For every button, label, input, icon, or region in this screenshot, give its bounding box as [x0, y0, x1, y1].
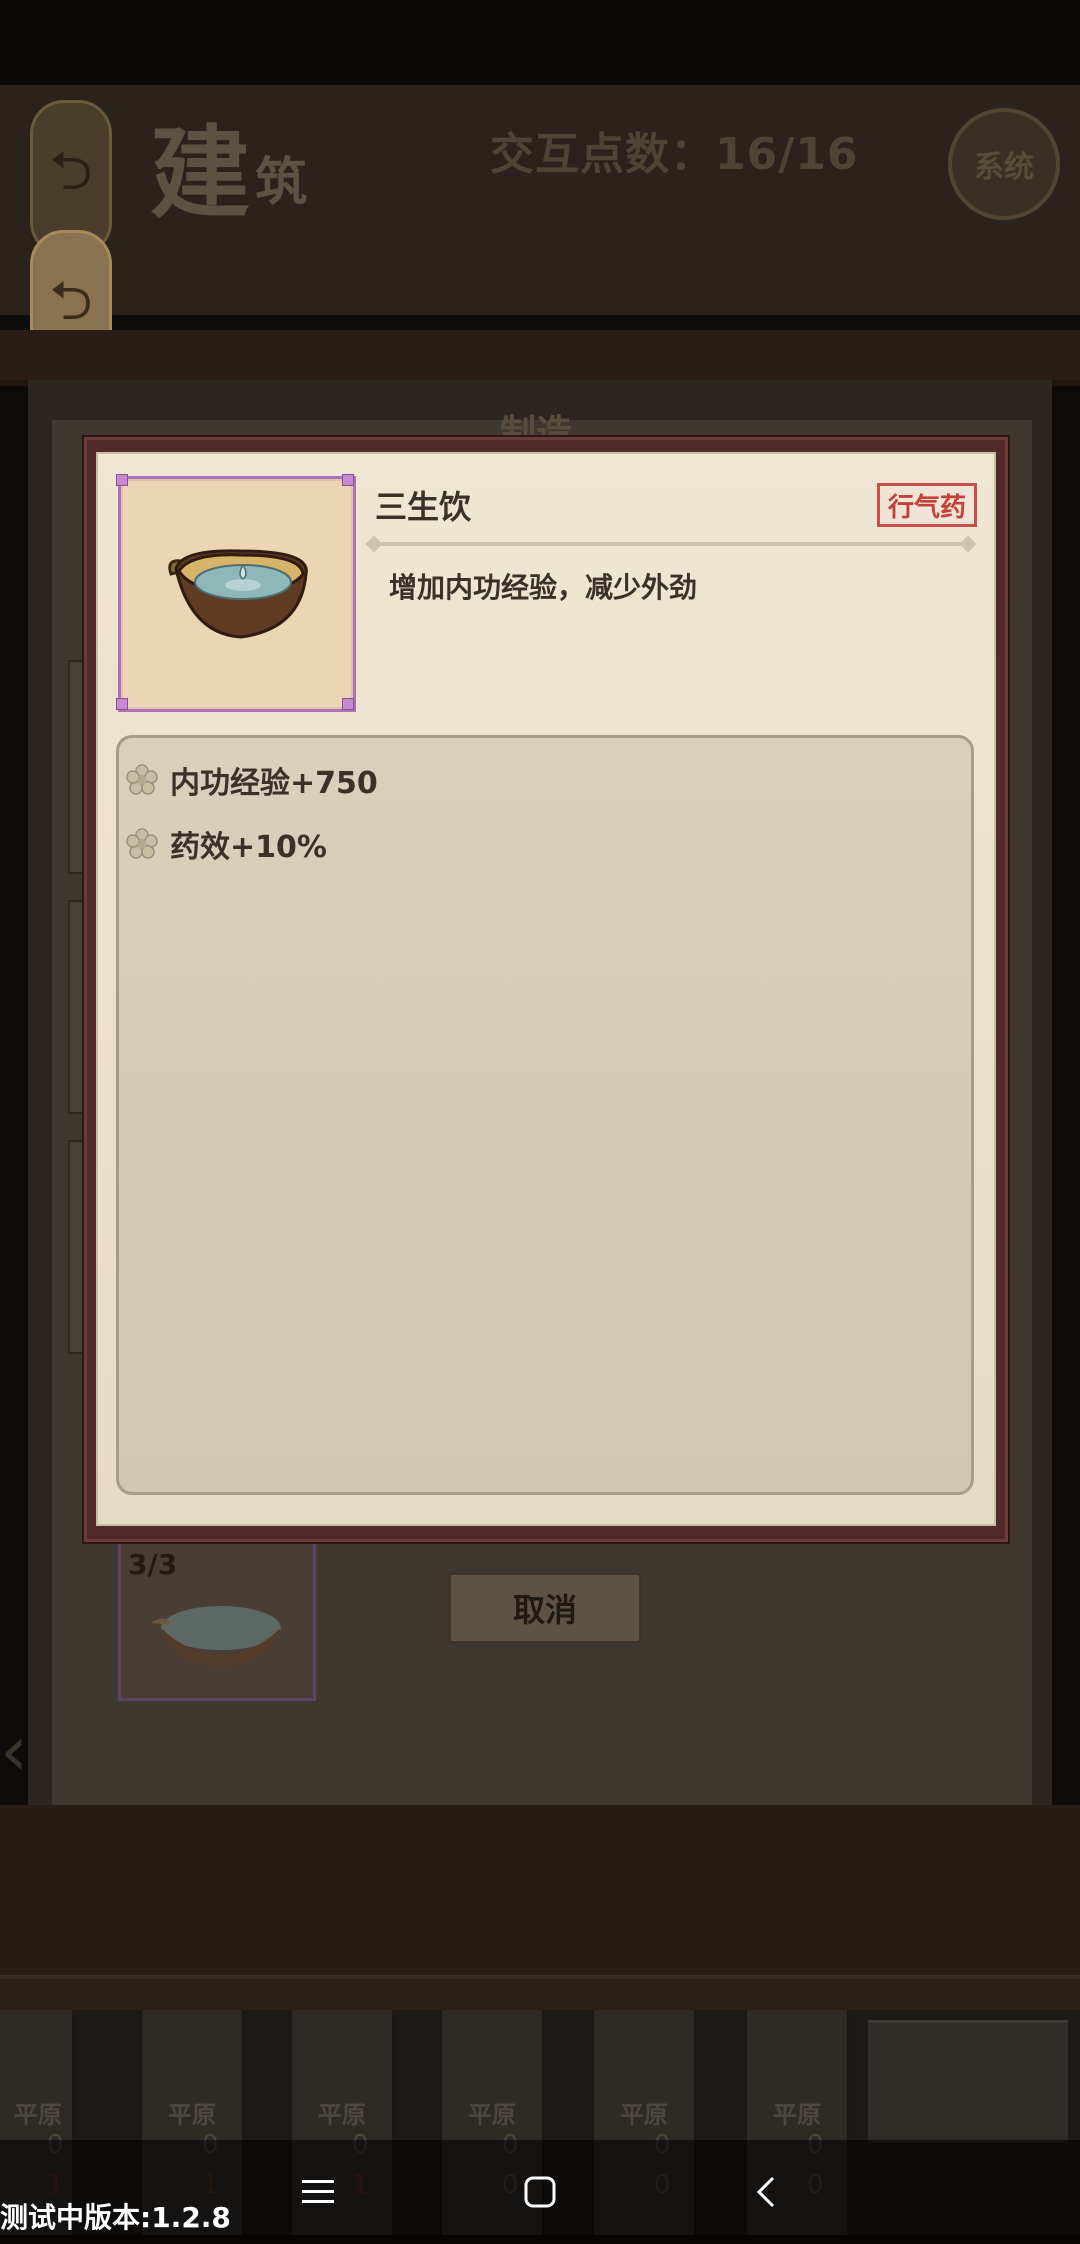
- frame-corner: [342, 474, 354, 486]
- nav-home-button[interactable]: [500, 2160, 580, 2224]
- item-category-badge: 行气药: [877, 483, 977, 527]
- frame-corner: [116, 698, 128, 710]
- title-divider: [372, 542, 972, 546]
- nav-menu-button[interactable]: [278, 2160, 358, 2224]
- tea-bowl-icon: [168, 549, 308, 639]
- effect-text: 内功经验+750: [170, 766, 378, 801]
- frame-corner: [342, 698, 354, 710]
- item-description: 增加内功经验，减少外劲: [389, 571, 698, 604]
- cancel-button[interactable]: 取消: [448, 1572, 642, 1644]
- flower-icon: [126, 764, 158, 795]
- home-icon: [524, 2176, 556, 2208]
- chevron-left-icon: [756, 2176, 775, 2208]
- menu-icon: [302, 2180, 334, 2203]
- effect-row: 内功经验+750: [126, 758, 378, 802]
- page-title-char1: 建: [150, 114, 250, 232]
- effect-text: 药效+10%: [170, 830, 327, 865]
- status-bar: [0, 0, 1080, 85]
- interaction-points: 交互点数：16/16: [490, 129, 859, 180]
- page-left-arrow-icon[interactable]: ‹: [0, 1710, 28, 1792]
- nav-back-button[interactable]: [726, 2160, 806, 2224]
- system-button[interactable]: 系统: [948, 108, 1060, 220]
- flower-icon: [126, 828, 158, 859]
- frame-corner: [116, 474, 128, 486]
- item-name: 三生饮: [375, 488, 472, 526]
- page-title-char2: 筑: [255, 152, 308, 213]
- back-arrow-icon: ⮌: [49, 139, 93, 202]
- building-illustration: [868, 2020, 1068, 2143]
- output-slot-count: 3/3: [128, 1548, 178, 1581]
- roof-beam: [0, 330, 1080, 386]
- item-icon-frame: [118, 476, 356, 712]
- version-label: 测试中版本:1.2.8: [0, 2201, 231, 2234]
- effect-row: 药效+10%: [126, 822, 327, 866]
